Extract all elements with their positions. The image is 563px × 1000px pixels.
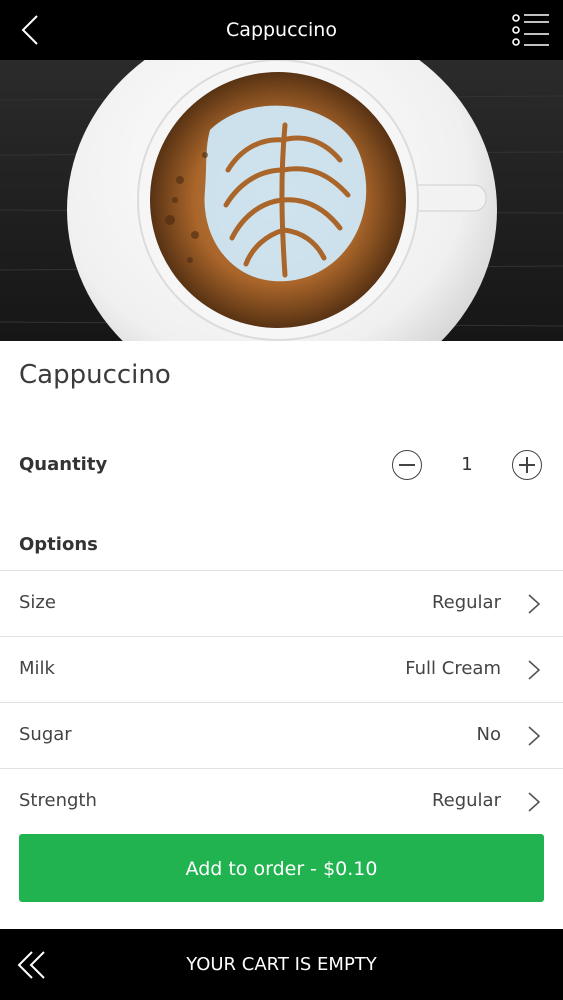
option-value: Full Cream bbox=[405, 658, 501, 679]
options-list: Size Regular Milk Full Cream Sugar No St… bbox=[0, 570, 563, 834]
option-value: Regular bbox=[431, 592, 501, 613]
cart-status: YOUR CART IS EMPTY bbox=[186, 954, 377, 975]
option-value: Regular bbox=[431, 790, 501, 811]
quantity-value: 1 bbox=[461, 454, 473, 475]
minus-circle-icon[interactable] bbox=[392, 450, 422, 480]
plus-circle-icon[interactable] bbox=[512, 450, 542, 480]
option-label: Strength bbox=[19, 790, 97, 811]
cart-bar[interactable]: YOUR CART IS EMPTY bbox=[0, 929, 563, 1000]
option-label: Size bbox=[19, 592, 56, 613]
quantity-row: Quantity 1 bbox=[0, 440, 563, 494]
option-milk[interactable]: Milk Full Cream bbox=[0, 636, 563, 702]
option-label: Milk bbox=[19, 658, 55, 679]
option-strength[interactable]: Strength Regular bbox=[0, 768, 563, 834]
chevron-right-icon bbox=[528, 660, 541, 680]
quantity-label: Quantity bbox=[19, 454, 108, 475]
chevron-right-icon bbox=[528, 792, 541, 812]
product-name: Cappuccino bbox=[19, 360, 171, 390]
option-sugar[interactable]: Sugar No bbox=[0, 702, 563, 768]
option-size[interactable]: Size Regular bbox=[0, 570, 563, 636]
product-image bbox=[0, 60, 563, 341]
cappuccino-illustration bbox=[0, 60, 563, 341]
top-bar: Cappuccino bbox=[0, 0, 563, 60]
options-heading: Options bbox=[19, 534, 98, 555]
chevron-right-icon bbox=[528, 726, 541, 746]
option-label: Sugar bbox=[19, 724, 72, 745]
page-title: Cappuccino bbox=[226, 19, 337, 41]
list-menu-icon[interactable] bbox=[511, 12, 551, 48]
chevron-right-icon bbox=[528, 594, 541, 614]
option-value: No bbox=[476, 724, 501, 745]
add-to-order-button[interactable]: Add to order - $0.10 bbox=[19, 834, 544, 902]
